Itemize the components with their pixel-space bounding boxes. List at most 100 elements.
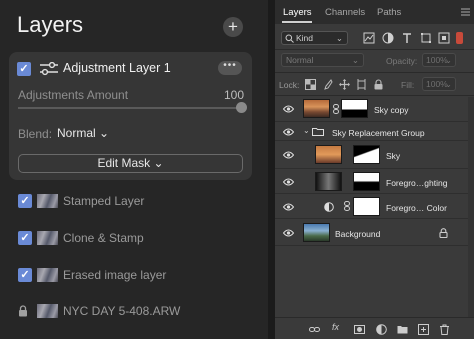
layer-label[interactable]: Erased image layer xyxy=(63,268,166,282)
visibility-eye-icon[interactable] xyxy=(283,128,294,136)
blend-mode-select[interactable]: Normal ⌄ xyxy=(281,53,364,67)
lock-icon xyxy=(439,228,448,238)
panel-menu-icon[interactable] xyxy=(461,8,470,16)
lock-all-icon[interactable] xyxy=(373,79,384,90)
blend-mode-value: Normal xyxy=(286,55,314,65)
link-icon[interactable] xyxy=(333,104,339,114)
layer-thumbnail xyxy=(37,268,58,282)
link-icon[interactable] xyxy=(344,201,350,211)
layer-mask-thumbnail[interactable] xyxy=(353,145,380,164)
adjustments-amount-value: 100 xyxy=(224,88,245,102)
filter-shape-icon[interactable] xyxy=(420,32,432,44)
filter-type-icon[interactable] xyxy=(401,32,413,44)
sliders-icon xyxy=(40,62,58,76)
layer-row-sky[interactable]: Sky xyxy=(275,141,468,169)
layer-thumbnail xyxy=(315,172,342,191)
filter-adjustment-icon[interactable] xyxy=(382,32,394,44)
lock-position-icon[interactable] xyxy=(339,79,350,90)
new-group-folder-icon[interactable] xyxy=(397,324,408,335)
chevron-down-icon[interactable]: ⌄ xyxy=(303,126,310,135)
adjustment-layer-checkbox[interactable]: ✓ xyxy=(17,62,31,76)
opacity-field[interactable]: 100% ⌄ xyxy=(422,53,456,67)
layer-thumbnail xyxy=(315,145,342,164)
lr-layers-panel: Layers + ✓ Adjustment Layer 1 ••• Adjust… xyxy=(0,0,268,339)
adjustment-layer-icon xyxy=(324,202,334,212)
lock-image-pixels-icon[interactable] xyxy=(322,79,333,90)
add-layer-button[interactable]: + xyxy=(223,17,243,37)
adjustments-amount-label: Adjustments Amount xyxy=(18,88,129,102)
more-options-button[interactable]: ••• xyxy=(218,61,242,75)
search-icon xyxy=(285,34,294,43)
edit-mask-button[interactable]: Edit Mask ⌄ xyxy=(18,154,243,173)
blend-mode-dropdown[interactable]: Normal ⌄ xyxy=(57,126,109,140)
folder-icon xyxy=(312,128,324,136)
add-mask-icon[interactable] xyxy=(354,324,365,335)
link-layers-icon[interactable] xyxy=(309,324,320,335)
layer-name[interactable]: Sky xyxy=(386,151,400,161)
lock-artboard-icon[interactable] xyxy=(356,79,367,90)
slider-thumb[interactable] xyxy=(236,102,247,113)
layer-name[interactable]: Foregro…ghting xyxy=(386,178,447,188)
tab-channels[interactable]: Channels xyxy=(325,7,365,18)
layer-label[interactable]: Clone & Stamp xyxy=(63,231,144,245)
layer-visibility-checkbox[interactable]: ✓ xyxy=(18,231,32,245)
adjustment-layer-title: Adjustment Layer 1 xyxy=(63,61,171,75)
panel-title: Layers xyxy=(17,12,84,37)
layer-name[interactable]: Sky Replacement Group xyxy=(332,128,425,138)
filter-kind-label: Kind xyxy=(296,33,314,43)
separator xyxy=(275,72,474,73)
layers-scrollbar[interactable] xyxy=(468,97,474,317)
layer-row-sky-copy[interactable]: Sky copy xyxy=(275,97,468,122)
layer-thumbnail xyxy=(37,231,58,245)
lock-icon xyxy=(19,305,27,317)
lock-transparent-pixels-icon[interactable] xyxy=(305,79,316,90)
blend-label: Blend: xyxy=(18,127,53,141)
layer-name[interactable]: Foregro… Color xyxy=(386,203,447,213)
opacity-label: Opacity: xyxy=(386,56,418,66)
filter-kind-dropdown[interactable]: Kind ⌄ xyxy=(281,31,348,45)
layer-visibility-checkbox[interactable]: ✓ xyxy=(18,268,32,282)
filter-pixel-icon[interactable] xyxy=(363,32,375,44)
new-layer-icon[interactable] xyxy=(418,324,429,335)
layer-mask-thumbnail[interactable] xyxy=(353,197,380,216)
ps-layers-panel: Layers Channels Paths Kind ⌄ Normal ⌄ Op… xyxy=(275,0,474,339)
layer-group-sky-replacement[interactable]: ⌄ Sky Replacement Group xyxy=(275,122,468,141)
lock-label: Lock: xyxy=(279,80,300,90)
tab-layers[interactable]: Layers xyxy=(283,7,312,18)
app-window: Layers + ✓ Adjustment Layer 1 ••• Adjust… xyxy=(0,0,474,339)
active-tab-indicator xyxy=(282,21,312,23)
separator xyxy=(275,49,474,50)
layer-thumbnail xyxy=(303,223,330,242)
new-adjustment-layer-icon[interactable] xyxy=(376,324,387,335)
filter-smart-object-icon[interactable] xyxy=(438,32,450,44)
separator xyxy=(275,95,474,96)
layer-label[interactable]: Stamped Layer xyxy=(63,194,144,208)
layer-thumbnail xyxy=(37,194,58,208)
layer-visibility-checkbox[interactable]: ✓ xyxy=(18,194,32,208)
layer-row-background[interactable]: Background xyxy=(275,219,468,246)
visibility-eye-icon[interactable] xyxy=(283,229,294,237)
delete-layer-trash-icon[interactable] xyxy=(439,324,450,335)
fill-label: Fill: xyxy=(401,80,415,90)
layer-name[interactable]: Background xyxy=(335,229,380,239)
visibility-eye-icon[interactable] xyxy=(283,151,294,159)
layer-thumbnail xyxy=(37,304,58,318)
panel-divider xyxy=(268,0,275,339)
adjustments-amount-slider[interactable] xyxy=(18,107,242,109)
visibility-eye-icon[interactable] xyxy=(283,105,294,113)
visibility-eye-icon[interactable] xyxy=(283,203,294,211)
layer-thumbnail xyxy=(303,99,330,118)
layer-name[interactable]: Sky copy xyxy=(374,105,409,115)
filter-toggle-icon[interactable] xyxy=(456,32,463,44)
fill-field[interactable]: 100% ⌄ xyxy=(422,77,456,91)
layer-mask-thumbnail[interactable] xyxy=(353,172,380,191)
tab-bar: Layers Channels Paths xyxy=(275,0,474,24)
layer-label[interactable]: NYC DAY 5-408.ARW xyxy=(63,304,180,318)
layer-style-fx-icon[interactable]: fx xyxy=(332,322,339,332)
layer-mask-thumbnail[interactable] xyxy=(341,99,368,118)
tab-paths[interactable]: Paths xyxy=(377,7,401,18)
layer-row-foreground-lighting[interactable]: Foregro…ghting xyxy=(275,169,468,194)
layers-bottom-toolbar: fx xyxy=(275,317,474,339)
visibility-eye-icon[interactable] xyxy=(283,178,294,186)
layer-row-foreground-color[interactable]: Foregro… Color xyxy=(275,194,468,219)
